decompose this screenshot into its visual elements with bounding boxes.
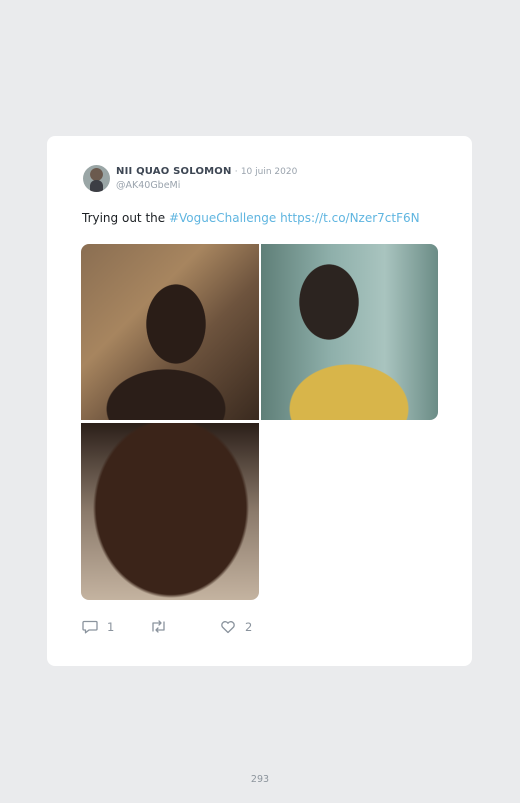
tweet-text: Trying out the #VogueChallenge https://t… <box>82 211 420 225</box>
photo-1[interactable] <box>81 244 259 420</box>
author-handle[interactable]: @AK40GbeMi <box>116 180 180 191</box>
tweet-date[interactable]: 10 juin 2020 <box>241 167 298 177</box>
retweet-button[interactable] <box>150 620 167 633</box>
date-separator: · <box>234 167 238 177</box>
avatar-figure <box>90 180 103 192</box>
url-link[interactable]: https://t.co/Nzer7ctF6N <box>280 211 420 225</box>
speech-bubble-icon <box>82 620 98 634</box>
reply-button[interactable]: 1 <box>82 620 114 634</box>
reply-count: 1 <box>107 620 115 634</box>
photo-3[interactable] <box>81 423 259 600</box>
hashtag-link[interactable]: #VogueChallenge <box>169 211 276 225</box>
heart-icon <box>220 620 236 634</box>
photo-2[interactable] <box>261 244 438 420</box>
author-line: NII QUAO SOLOMON · 10 juin 2020 <box>116 166 297 177</box>
author-avatar[interactable] <box>83 165 110 192</box>
like-button[interactable]: 2 <box>220 620 252 634</box>
retweet-icon <box>150 620 167 633</box>
tweet-card: NII QUAO SOLOMON · 10 juin 2020 @AK40Gbe… <box>47 136 472 666</box>
author-name[interactable]: NII QUAO SOLOMON <box>116 166 232 177</box>
media-grid <box>81 244 438 600</box>
tweet-text-plain: Trying out the <box>82 211 169 225</box>
like-count: 2 <box>245 620 253 634</box>
page-number: 293 <box>250 774 270 785</box>
